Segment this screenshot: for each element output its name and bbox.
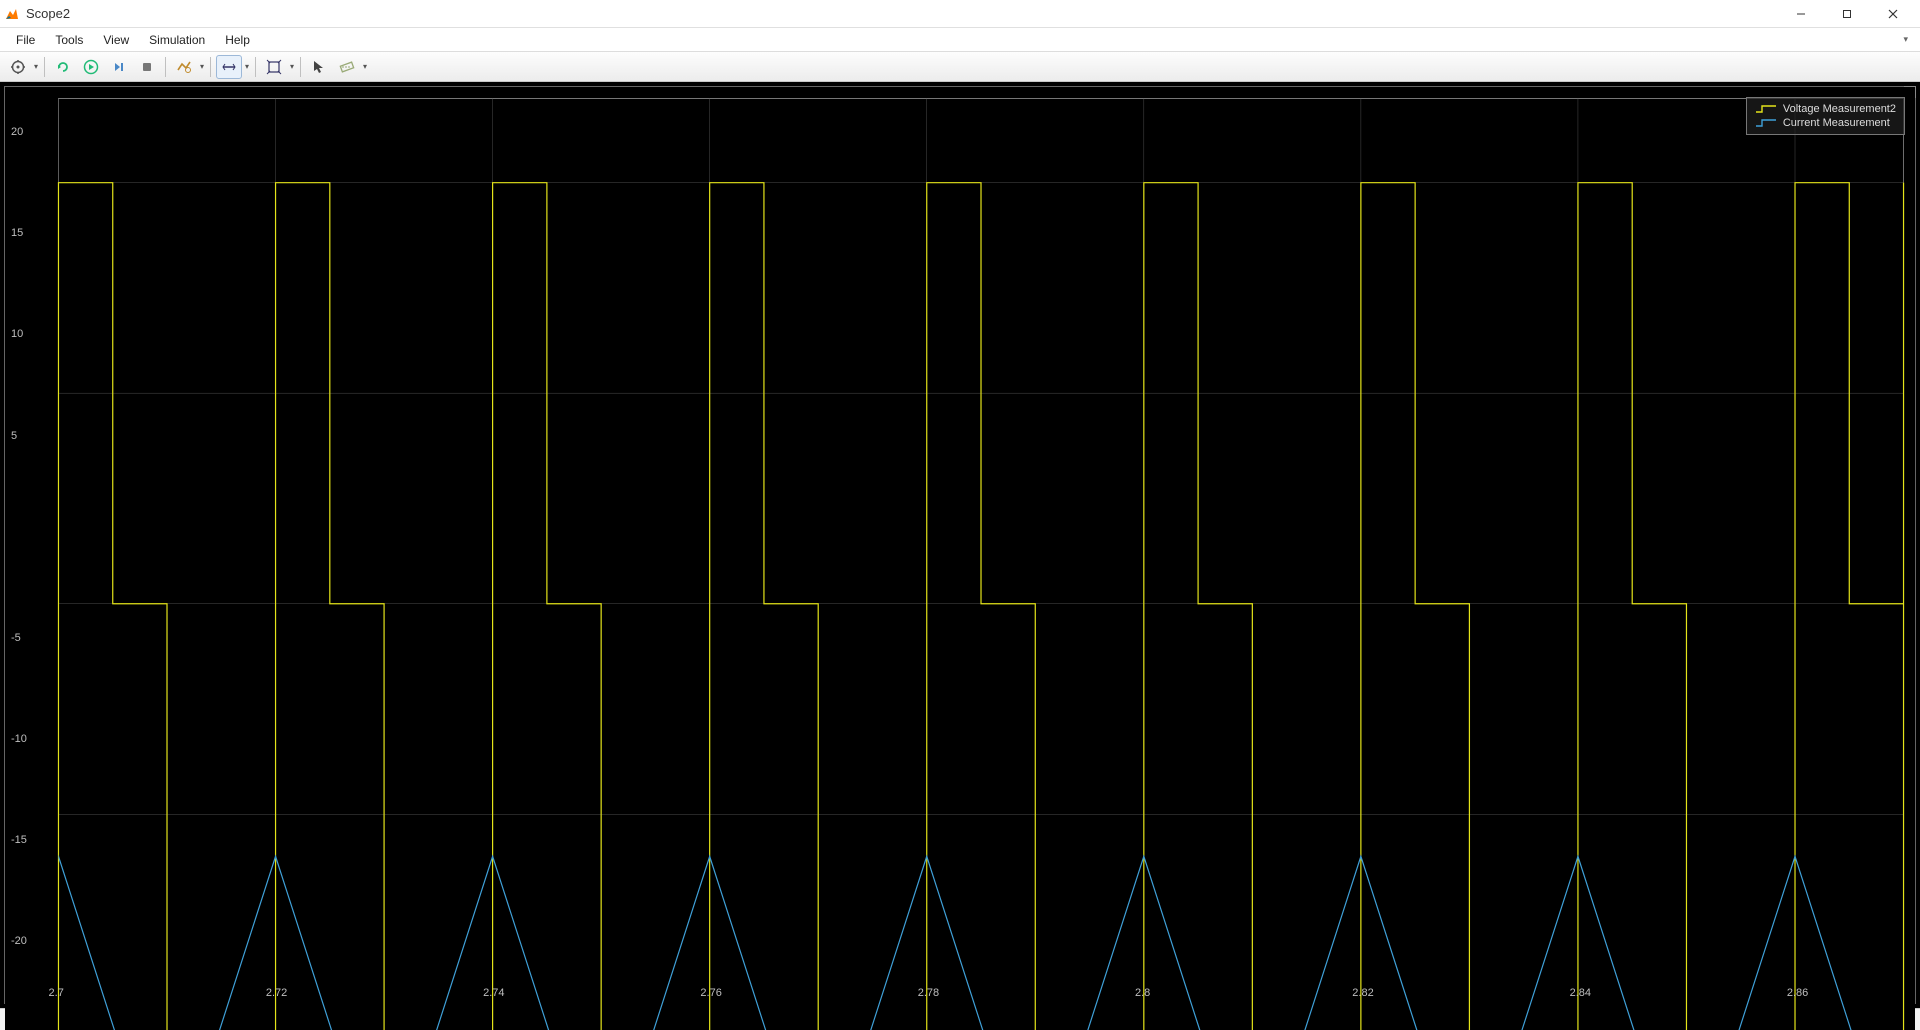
stop-button[interactable] xyxy=(134,55,160,79)
legend[interactable]: Voltage Measurement2 Current Measurement xyxy=(1746,97,1905,135)
step-forward-button[interactable] xyxy=(106,55,132,79)
legend-label-current: Current Measurement xyxy=(1783,117,1890,129)
autoscale-button[interactable] xyxy=(261,55,287,79)
window-title: Scope2 xyxy=(26,6,70,21)
cursor-measurements-button[interactable] xyxy=(306,55,332,79)
y-tick-label: -10 xyxy=(11,733,27,745)
menu-view[interactable]: View xyxy=(93,31,139,49)
menu-simulation[interactable]: Simulation xyxy=(139,31,215,49)
x-tick-label: 2.82 xyxy=(1352,987,1373,999)
maximize-button[interactable] xyxy=(1824,0,1870,28)
zoom-x-button[interactable] xyxy=(216,55,242,79)
toolbar-separator xyxy=(255,57,256,77)
matlab-icon xyxy=(4,6,20,22)
legend-item-voltage[interactable]: Voltage Measurement2 xyxy=(1755,102,1896,116)
menu-help[interactable]: Help xyxy=(215,31,260,49)
x-tick-label: 2.72 xyxy=(266,987,287,999)
toolbar-separator xyxy=(44,57,45,77)
minimize-button[interactable] xyxy=(1778,0,1824,28)
configure-dropdown-icon[interactable]: ▾ xyxy=(32,62,40,71)
run-button[interactable] xyxy=(78,55,104,79)
legend-swatch-voltage xyxy=(1755,104,1777,114)
x-tick-label: 2.76 xyxy=(700,987,721,999)
measurements-dropdown-icon[interactable]: ▾ xyxy=(361,62,369,71)
y-tick-label: 5 xyxy=(11,430,17,442)
scope-window: Scope2 File Tools View Simulation Help ▾… xyxy=(0,0,1920,1030)
y-tick-label: -15 xyxy=(11,834,27,846)
scope-plot[interactable] xyxy=(5,87,1915,1030)
highlight-dropdown-icon[interactable]: ▾ xyxy=(198,62,206,71)
close-button[interactable] xyxy=(1870,0,1916,28)
legend-label-voltage: Voltage Measurement2 xyxy=(1783,103,1896,115)
highlight-signal-button[interactable] xyxy=(171,55,197,79)
menu-file[interactable]: File xyxy=(6,31,45,49)
plot-frame[interactable]: -20 -15 -10 -5 5 10 15 20 2.7 2.72 2.74 2.76 2.78 2.… xyxy=(4,86,1916,1004)
menubar: File Tools View Simulation Help ▾ xyxy=(0,28,1920,52)
legend-swatch-current xyxy=(1755,118,1777,128)
measurements-button[interactable] xyxy=(334,55,360,79)
y-tick-label: -5 xyxy=(11,632,21,644)
y-tick-label: 20 xyxy=(11,126,23,138)
x-tick-label: 2.78 xyxy=(918,987,939,999)
scope-area: -20 -15 -10 -5 5 10 15 20 2.7 2.72 2.74 2.76 2.78 2.… xyxy=(0,82,1920,1008)
zoom-x-dropdown-icon[interactable]: ▾ xyxy=(243,62,251,71)
restart-button[interactable] xyxy=(50,55,76,79)
y-tick-label: -20 xyxy=(11,935,27,947)
configure-button[interactable] xyxy=(5,55,31,79)
y-tick-label: 15 xyxy=(11,227,23,239)
x-tick-label: 2.7 xyxy=(49,987,64,999)
toolbar-separator xyxy=(165,57,166,77)
toolbar: ▾ ▾ ▾ ▾ ▾ xyxy=(0,52,1920,82)
legend-item-current[interactable]: Current Measurement xyxy=(1755,116,1896,130)
x-tick-label: 2.8 xyxy=(1135,987,1150,999)
x-tick-label: 2.74 xyxy=(483,987,504,999)
toolbar-separator xyxy=(210,57,211,77)
autoscale-dropdown-icon[interactable]: ▾ xyxy=(288,62,296,71)
titlebar: Scope2 xyxy=(0,0,1920,28)
x-tick-label: 2.86 xyxy=(1787,987,1808,999)
y-tick-label: 10 xyxy=(11,328,23,340)
menu-tools[interactable]: Tools xyxy=(45,31,93,49)
menubar-overflow-icon[interactable]: ▾ xyxy=(1903,34,1914,45)
x-tick-label: 2.84 xyxy=(1570,987,1591,999)
toolbar-separator xyxy=(300,57,301,77)
